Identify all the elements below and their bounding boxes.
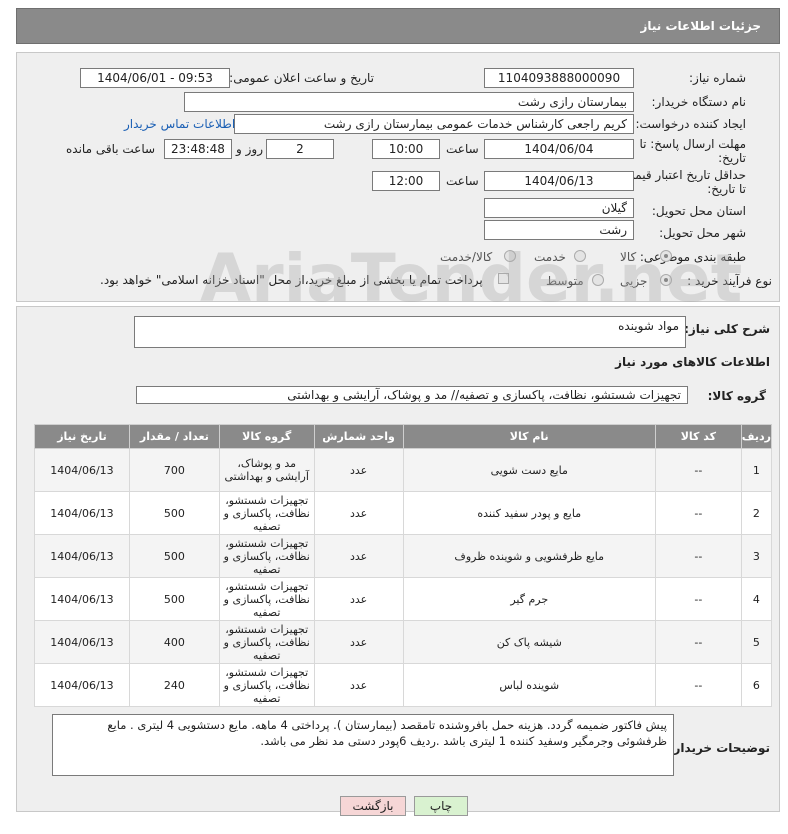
cell-group: مد و پوشاک، آرایشی و بهداشتی — [218, 448, 315, 492]
goods-table: ردیف کد کالا نام کالا واحد شمارش گروه کا… — [34, 424, 773, 707]
cell-name: شیشه پاک کن — [402, 620, 656, 664]
cell-code: -- — [654, 577, 742, 621]
col-header-row-no: ردیف — [740, 424, 773, 449]
col-header-unit: واحد شمارش — [313, 424, 404, 449]
cell-group: تجهیزات شستشو، نظافت، پاکسازی و تصفیه — [218, 491, 315, 535]
cell-unit: عدد — [313, 663, 404, 707]
city-label: شهر محل تحویل: — [659, 226, 746, 240]
cell-code: -- — [654, 534, 742, 578]
announce-label: تاریخ و ساعت اعلان عمومی: — [229, 71, 374, 85]
cell-code: -- — [654, 448, 742, 492]
table-row: 5 -- شیشه پاک کن عدد تجهیزات شستشو، نظاف… — [34, 620, 773, 664]
buyer-contact-link[interactable]: اطلاعات تماس خریدار — [124, 117, 235, 131]
table-row: 4 -- جرم گیر عدد تجهیزات شستشو، نظافت، پ… — [34, 577, 773, 621]
cell-group: تجهیزات شستشو، نظافت، پاکسازی و تصفیه — [218, 534, 315, 578]
col-header-qty: تعداد / مقدار — [128, 424, 220, 449]
cell-date: 1404/06/13 — [34, 663, 130, 707]
validity-label-2: تا تاریخ: — [707, 182, 746, 196]
buyer-org-label: نام دستگاه خریدار: — [651, 95, 747, 109]
validity-label: حداقل تاریخ اعتبار قیمت: — [619, 168, 746, 182]
cell-qty: 700 — [128, 448, 220, 492]
cell-qty: 500 — [128, 534, 220, 578]
deadline-date-field[interactable]: 1404/06/04 — [484, 139, 634, 159]
buyer-notes-field[interactable]: پیش فاکتور ضمیمه گردد. هزینه حمل بافروشن… — [52, 714, 674, 776]
cell-code: -- — [654, 620, 742, 664]
table-header-row: ردیف کد کالا نام کالا واحد شمارش گروه کا… — [34, 424, 773, 449]
col-header-code: کد کالا — [654, 424, 742, 449]
need-number-field[interactable]: 1104093888000090 — [484, 68, 634, 88]
cell-unit: عدد — [313, 491, 404, 535]
table-row: 6 -- شوینده لباس عدد تجهیزات شستشو، نظاف… — [34, 663, 773, 707]
province-field[interactable]: گیلان — [484, 198, 634, 218]
cell-code: -- — [654, 491, 742, 535]
deadline-time-label: ساعت — [446, 142, 479, 156]
validity-time-label: ساعت — [446, 174, 479, 188]
cell-unit: عدد — [313, 620, 404, 664]
cell-name: مایع ظرفشویی و شوینده ظروف — [402, 534, 656, 578]
col-header-name: نام کالا — [402, 424, 656, 449]
cell-qty: 400 — [128, 620, 220, 664]
cell-date: 1404/06/13 — [34, 534, 130, 578]
cell-name: مایع دست شویی — [402, 448, 656, 492]
cell-date: 1404/06/13 — [34, 620, 130, 664]
validity-date-field[interactable]: 1404/06/13 — [484, 171, 634, 191]
cell-unit: عدد — [313, 577, 404, 621]
days-remaining-field[interactable]: 2 — [266, 139, 334, 159]
cell-date: 1404/06/13 — [34, 577, 130, 621]
buyer-notes-label: توضیحات خریدار: — [668, 741, 770, 755]
creator-field[interactable]: کریم راجعی کارشناس خدمات عمومی بیمارستان… — [234, 114, 634, 134]
creator-label: ایجاد کننده درخواست: — [635, 117, 746, 131]
cell-date: 1404/06/13 — [34, 491, 130, 535]
cell-code: -- — [654, 663, 742, 707]
validity-time-field[interactable]: 12:00 — [372, 171, 440, 191]
col-header-group: گروه کالا — [218, 424, 315, 449]
cell-group: تجهیزات شستشو، نظافت، پاکسازی و تصفیه — [218, 577, 315, 621]
back-button[interactable]: بازگشت — [340, 796, 406, 816]
cell-name: مایع و پودر سفید کننده — [402, 491, 656, 535]
cell-qty: 500 — [128, 577, 220, 621]
cell-row-no: 2 — [740, 491, 773, 535]
table-row: 2 -- مایع و پودر سفید کننده عدد تجهیزات … — [34, 491, 773, 535]
cell-row-no: 6 — [740, 663, 773, 707]
cell-row-no: 1 — [740, 448, 773, 492]
buyer-org-field[interactable]: بیمارستان رازی رشت — [184, 92, 634, 112]
cell-row-no: 5 — [740, 620, 773, 664]
announce-field[interactable]: 1404/06/01 - 09:53 — [80, 68, 230, 88]
province-label: استان محل تحویل: — [651, 204, 746, 218]
need-number-label: شماره نیاز: — [689, 71, 746, 85]
city-field[interactable]: رشت — [484, 220, 634, 240]
table-row: 3 -- مایع ظرفشویی و شوینده ظروف عدد تجهی… — [34, 534, 773, 578]
remaining-time-field[interactable]: 23:48:48 — [164, 139, 232, 159]
cell-name: شوینده لباس — [402, 663, 656, 707]
deadline-label: مهلت ارسال پاسخ: تا — [639, 137, 746, 151]
goods-group-label: گروه کالا: — [707, 389, 766, 403]
cell-row-no: 3 — [740, 534, 773, 578]
description-field[interactable]: مواد شوینده — [134, 316, 686, 348]
table-row: 1 -- مایع دست شویی عدد مد و پوشاک، آرایش… — [34, 448, 773, 492]
cell-qty: 500 — [128, 491, 220, 535]
cell-group: تجهیزات شستشو، نظافت، پاکسازی و تصفیه — [218, 620, 315, 664]
goods-group-field[interactable]: تجهیزات شستشو، نظافت، پاکسازی و تصفیه// … — [136, 386, 688, 404]
days-label: روز و — [236, 142, 263, 156]
cell-date: 1404/06/13 — [34, 448, 130, 492]
cell-row-no: 4 — [740, 577, 773, 621]
deadline-label-2: تاریخ: — [718, 151, 746, 165]
cell-unit: عدد — [313, 448, 404, 492]
cell-group: تجهیزات شستشو، نظافت، پاکسازی و تصفیه — [218, 663, 315, 707]
description-label: شرح کلی نیاز: — [684, 322, 770, 336]
cell-qty: 240 — [128, 663, 220, 707]
deadline-time-field[interactable]: 10:00 — [372, 139, 440, 159]
col-header-date: تاریخ نیاز — [34, 424, 130, 449]
cell-name: جرم گیر — [402, 577, 656, 621]
remaining-label: ساعت باقی مانده — [66, 142, 156, 156]
print-button[interactable]: چاپ — [414, 796, 468, 816]
cell-unit: عدد — [313, 534, 404, 578]
goods-info-title: اطلاعات کالاهای مورد نیاز — [615, 355, 770, 369]
page-title: جزئیات اطلاعات نیاز — [640, 19, 761, 33]
page-header: جزئیات اطلاعات نیاز — [16, 8, 780, 44]
